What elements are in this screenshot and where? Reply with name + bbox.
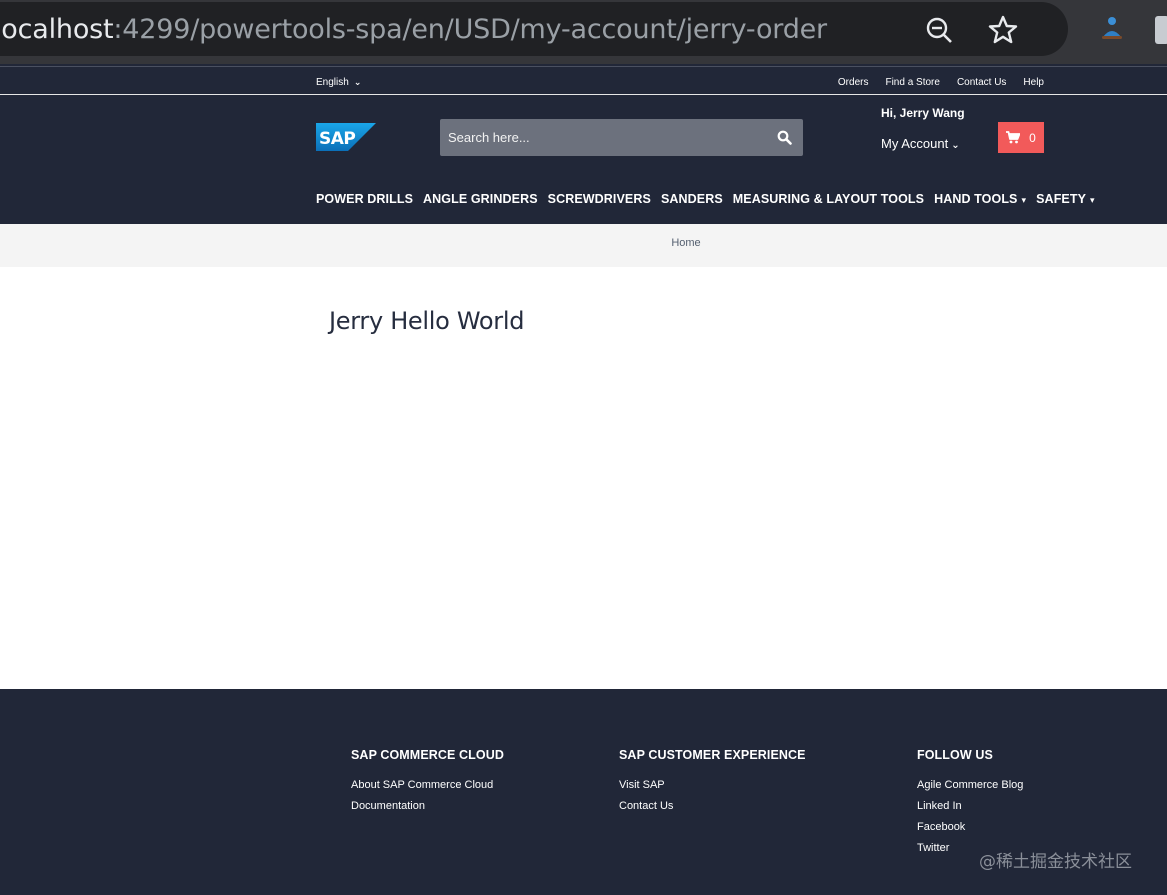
footer-heading: SAP COMMERCE CLOUD (351, 748, 504, 762)
breadcrumb-bar: Home (0, 224, 1167, 267)
footer-link-linked-in[interactable]: Linked In (917, 800, 1023, 812)
footer-link-documentation[interactable]: Documentation (351, 800, 504, 812)
sap-logo[interactable]: SAP (316, 123, 376, 151)
footer-link-about-sap-commerce-cloud[interactable]: About SAP Commerce Cloud (351, 779, 504, 791)
svg-text:SAP: SAP (319, 129, 355, 149)
user-greeting: Hi, Jerry Wang (881, 106, 965, 120)
nav-item-angle-grinders[interactable]: ANGLE GRINDERS (423, 192, 538, 206)
utility-links: Orders Find a Store Contact Us Help (838, 77, 1044, 88)
search-box (440, 119, 803, 156)
footer-link-visit-sap[interactable]: Visit SAP (619, 779, 806, 791)
footer-link-contact-us[interactable]: Contact Us (619, 800, 806, 812)
nav-item-hand-tools[interactable]: HAND TOOLS ▾ (934, 192, 1026, 206)
footer-link-agile-commerce-blog[interactable]: Agile Commerce Blog (917, 779, 1023, 791)
footer-heading: FOLLOW US (917, 748, 993, 762)
find-a-store-link[interactable]: Find a Store (885, 77, 939, 88)
page-title: Jerry Hello World (329, 307, 525, 335)
address-bar[interactable]: localhost:4299/powertools-spa/en/USD/my-… (0, 2, 1068, 56)
nav-item-power-drills[interactable]: POWER DRILLS (316, 192, 413, 206)
site-footer: SAP COMMERCE CLOUD About SAP Commerce Cl… (0, 689, 1167, 895)
cart-count: 0 (1029, 130, 1036, 145)
site-header: English ⌄ Orders Find a Store Contact Us … (0, 64, 1167, 224)
footer-heading: SAP CUSTOMER EXPERIENCE (619, 748, 806, 762)
contact-us-link[interactable]: Contact Us (957, 77, 1006, 88)
help-link[interactable]: Help (1023, 77, 1044, 88)
chevron-down-icon: ⌄ (951, 140, 960, 151)
nav-item-screwdrivers[interactable]: SCREWDRIVERS (548, 192, 651, 206)
browser-toolbar: localhost:4299/powertools-spa/en/USD/my-… (0, 0, 1167, 64)
chevron-down-icon: ▾ (1021, 195, 1027, 205)
my-account-menu[interactable]: My Account ⌄ (881, 136, 960, 151)
watermark-text: @稀土掘金技术社区 (979, 852, 1132, 872)
bookmark-star-icon[interactable] (987, 14, 1019, 46)
extension-icon-2[interactable] (1155, 16, 1167, 44)
nav-item-safety[interactable]: SAFETY ▾ (1036, 192, 1095, 206)
zoom-out-icon[interactable] (925, 16, 953, 44)
footer-column-sap-commerce-cloud: SAP COMMERCE CLOUD About SAP Commerce Cl… (351, 748, 504, 821)
url-text[interactable]: localhost:4299/powertools-spa/en/USD/my-… (0, 14, 827, 45)
cart-button[interactable]: 0 (998, 122, 1044, 153)
extension-icon[interactable] (1099, 13, 1125, 41)
chevron-down-icon: ▾ (1090, 195, 1095, 205)
category-nav: POWER DRILLS ANGLE GRINDERS SCREWDRIVERS… (316, 192, 1095, 206)
nav-item-sanders[interactable]: SANDERS (661, 192, 723, 206)
nav-item-measuring-layout-tools[interactable]: MEASURING & LAYOUT TOOLS (733, 192, 924, 206)
footer-link-facebook[interactable]: Facebook (917, 821, 1023, 833)
footer-column-sap-customer-experience: SAP CUSTOMER EXPERIENCE Visit SAP Contac… (619, 748, 806, 821)
breadcrumb-home[interactable]: Home (0, 237, 1167, 249)
search-input[interactable] (440, 119, 765, 156)
chevron-down-icon: ⌄ (353, 77, 362, 87)
language-selector[interactable]: English ⌄ (316, 77, 361, 88)
footer-column-follow-us: FOLLOW US Agile Commerce Blog Linked In … (917, 748, 1023, 863)
search-icon[interactable] (777, 130, 792, 145)
utility-bar: English ⌄ Orders Find a Store Contact Us … (0, 67, 1167, 95)
orders-link[interactable]: Orders (838, 77, 869, 88)
cart-icon (1006, 131, 1021, 144)
